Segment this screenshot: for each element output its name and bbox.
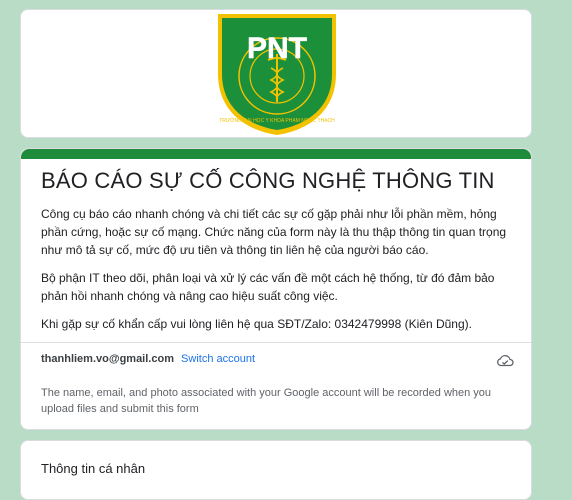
- svg-text:TRƯỜNG ĐẠI HỌC Y KHOA PHẠM NGỌ: TRƯỜNG ĐẠI HỌC Y KHOA PHẠM NGỌC THẠCH: [219, 117, 335, 124]
- form-description: Công cụ báo cáo nhanh chóng và chi tiết …: [41, 205, 517, 343]
- accent-bar: [21, 149, 531, 159]
- description-paragraph-3: Khi gặp sự cố khẩn cấp vui lòng liên hệ …: [41, 317, 472, 331]
- form-header-card: BÁO CÁO SỰ CỐ CÔNG NGHỆ THÔNG TIN Công c…: [20, 148, 532, 430]
- divider: [21, 342, 531, 343]
- account-row: thanhliem.vo@gmail.com Switch account: [41, 353, 255, 365]
- account-notice: The name, email, and photo associated wi…: [41, 387, 492, 415]
- description-paragraph-1: Công cụ báo cáo nhanh chóng và chi tiết …: [41, 207, 507, 257]
- university-logo: PNT TRƯỜNG ĐẠI HỌC Y KHOA PHẠM NGỌC THẠC…: [216, 12, 338, 136]
- svg-text:PNT: PNT: [247, 32, 307, 65]
- header-banner: PNT TRƯỜNG ĐẠI HỌC Y KHOA PHẠM NGỌC THẠC…: [20, 9, 532, 138]
- switch-account-link[interactable]: Switch account: [181, 353, 255, 365]
- form-title: BÁO CÁO SỰ CỐ CÔNG NGHỆ THÔNG TIN: [41, 168, 495, 193]
- account-email: thanhliem.vo@gmail.com: [41, 353, 174, 365]
- description-paragraph-2: Bộ phận IT theo dõi, phân loại và xử lý …: [41, 271, 495, 303]
- section-card: Thông tin cá nhân: [20, 440, 532, 500]
- cloud-offline-icon: [496, 353, 514, 367]
